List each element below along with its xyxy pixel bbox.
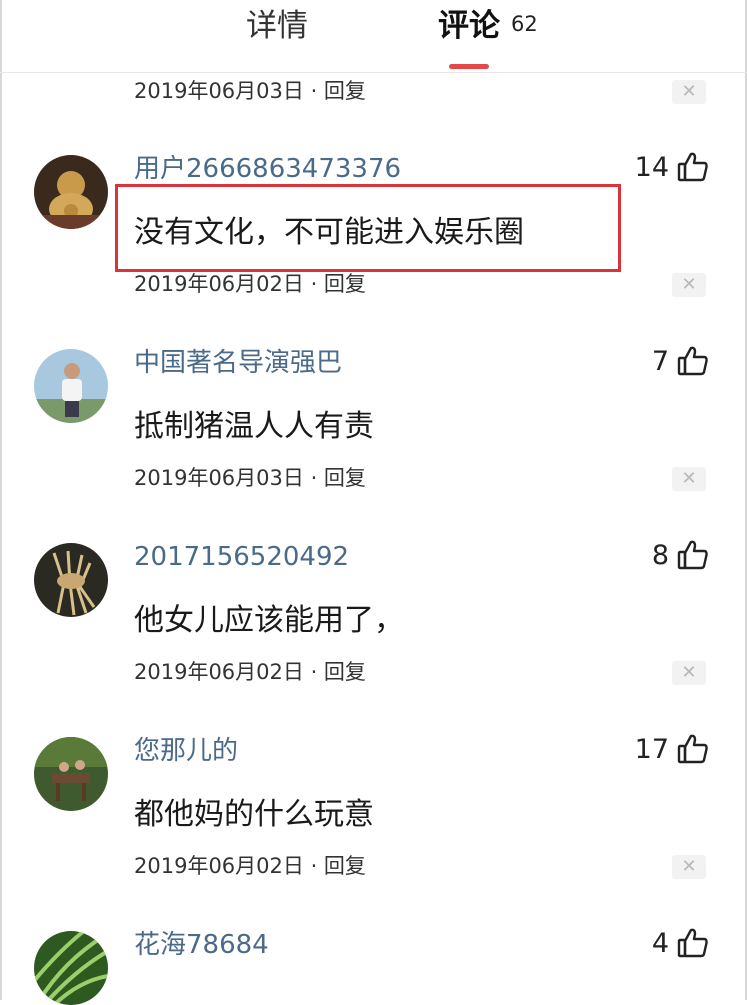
comment-meta: 2019年06月02日 · 回复 [134,269,366,299]
avatar[interactable] [34,543,108,617]
reply-link[interactable]: · 回复 [311,854,366,878]
close-icon[interactable]: ✕ [672,273,706,297]
close-icon[interactable]: ✕ [672,80,706,104]
avatar[interactable] [34,737,108,811]
comment-date: 2019年06月03日 [134,466,304,490]
comments-count: 62 [511,12,538,36]
avatar[interactable] [34,155,108,229]
reply-link[interactable]: · 回复 [311,466,366,490]
comment-username[interactable]: 用户2666863473376 [134,152,401,186]
close-icon[interactable]: ✕ [672,855,706,879]
comment-date: 2019年06月02日 [134,660,304,684]
thumbs-up-icon[interactable] [676,926,710,960]
comment-text: 都他妈的什么玩意 [134,797,374,832]
thumbs-up-icon[interactable] [676,344,710,378]
comment-text: 他女儿应该能用了， [134,603,404,638]
reply-link[interactable]: · 回复 [311,272,366,296]
like-count: 8 [651,540,669,571]
tab-detail[interactable]: 详情 [246,6,308,46]
close-icon[interactable]: ✕ [672,467,706,491]
comment-date: 2019年06月02日 [134,854,304,878]
comment-meta: 2019年06月03日 · 回复 [134,76,366,106]
highlight-box [115,184,621,272]
comment-date: 2019年06月03日 [134,79,304,103]
comment-meta: 2019年06月02日 · 回复 [134,851,366,881]
avatar[interactable] [34,931,108,1005]
like-count: 14 [634,152,669,183]
comment-meta: 2019年06月02日 · 回复 [134,657,366,687]
thumbs-up-icon[interactable] [676,150,710,184]
thumbs-up-icon[interactable] [676,732,710,766]
like-count: 7 [651,346,669,377]
thumbs-up-icon[interactable] [676,538,710,572]
like-count: 17 [634,734,669,765]
close-icon[interactable]: ✕ [672,661,706,685]
active-tab-indicator [449,64,489,69]
comment-username[interactable]: 您那儿的 [134,734,238,768]
avatar[interactable] [34,349,108,423]
comment-meta: 2019年06月03日 · 回复 [134,463,366,493]
comment-text: 抵制猪温人人有责 [134,409,374,444]
tab-comments[interactable]: 评论 [438,6,500,46]
like-count: 4 [651,928,669,959]
comment-username[interactable]: 2017156520492 [134,540,349,574]
tab-bar: 详情 评论 62 [0,0,747,73]
reply-link[interactable]: · 回复 [311,79,366,103]
reply-link[interactable]: · 回复 [311,660,366,684]
comment-username[interactable]: 中国著名导演强巴 [134,346,342,380]
comment-date: 2019年06月02日 [134,272,304,296]
comment-username[interactable]: 花海78684 [134,928,269,962]
window-edge-left [0,0,2,1000]
